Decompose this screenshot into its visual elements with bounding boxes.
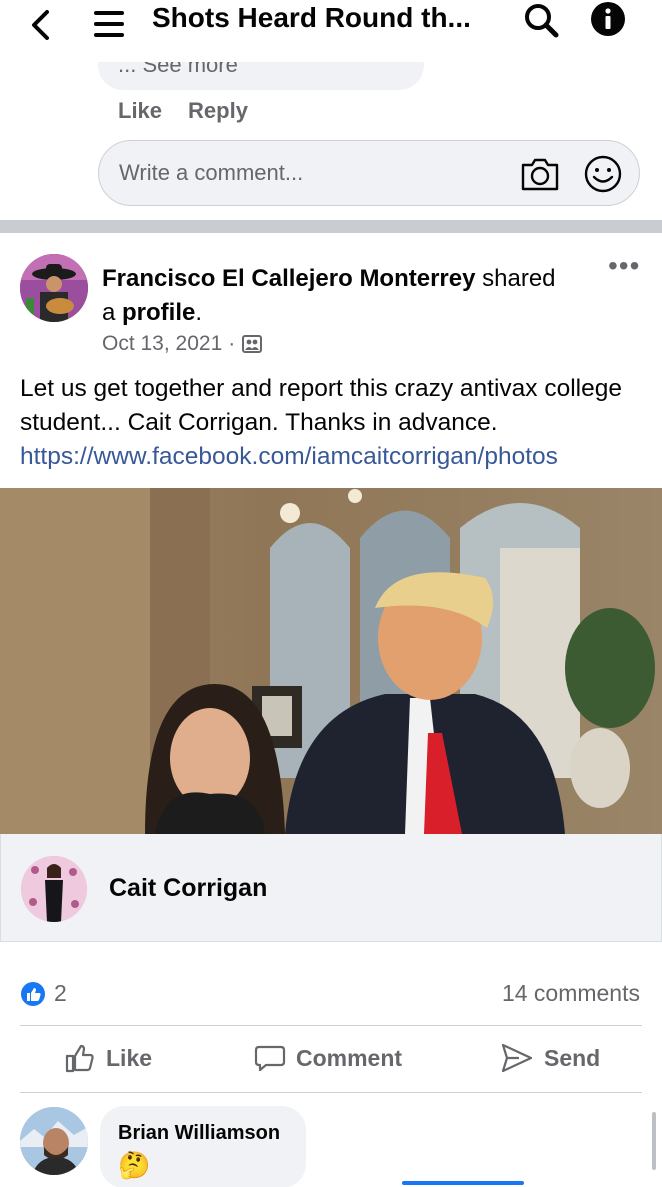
author-photo — [20, 254, 88, 322]
emoji-icon[interactable] — [583, 154, 623, 194]
like-count: 2 — [54, 980, 67, 1006]
page-title: Shots Heard Round th... — [152, 2, 471, 33]
send-icon — [501, 1043, 533, 1073]
shared-profile-name[interactable]: Cait Corrigan — [109, 874, 267, 903]
menu-icon[interactable] — [90, 6, 126, 42]
profile-link[interactable]: profile — [122, 299, 195, 326]
photo-image — [0, 488, 662, 834]
period-text: . — [195, 299, 203, 326]
post-photo[interactable] — [0, 488, 662, 834]
post-separator — [0, 220, 662, 233]
shared-profile-photo — [21, 856, 87, 922]
post-link[interactable]: https://www.facebook.com/iamcaitcorrigan… — [20, 440, 640, 474]
commenter-name[interactable]: Brian Williamson — [118, 1122, 280, 1145]
post-date[interactable]: Oct 13, 2021 — [102, 332, 222, 356]
like-button[interactable]: Like — [64, 1042, 152, 1074]
comment-input-box[interactable] — [98, 140, 640, 206]
comment-button[interactable]: Comment — [254, 1042, 402, 1074]
post-body-text: Let us get together and report this craz… — [20, 375, 622, 436]
post-actions: Like Comment Send — [0, 1030, 662, 1092]
author-name[interactable]: Francisco El Callejero Monterrey — [102, 265, 475, 292]
a-text: a — [102, 299, 123, 326]
scrollbar[interactable] — [652, 1112, 656, 1170]
commenter-avatar[interactable] — [20, 1107, 88, 1175]
send-button[interactable]: Send — [500, 1042, 600, 1074]
thumbs-up-icon — [65, 1044, 94, 1073]
send-label: Send — [544, 1044, 601, 1071]
comment-bubble-icon — [254, 1045, 286, 1072]
previous-comment-actions: Like Reply — [118, 98, 248, 124]
back-chevron-icon[interactable] — [22, 6, 62, 46]
reply-link[interactable]: Reply — [188, 98, 248, 124]
actions-divider — [20, 1092, 642, 1093]
info-icon[interactable] — [588, 1, 628, 41]
comment-count[interactable]: 14 comments — [502, 980, 640, 1007]
meta-dot: · — [228, 332, 236, 355]
shared-profile-card[interactable]: Cait Corrigan — [0, 834, 662, 942]
search-icon[interactable] — [522, 2, 560, 40]
post-meta: Oct 13, 2021 · — [102, 332, 263, 356]
author-avatar[interactable] — [20, 254, 88, 322]
commenter-photo — [20, 1107, 88, 1175]
comment-input[interactable] — [119, 157, 499, 189]
reaction-summary[interactable]: 2 — [20, 980, 67, 1007]
group-audience-icon — [242, 335, 263, 353]
like-reaction-icon — [21, 981, 45, 1006]
top-nav-bar: Shots Heard Round th... — [0, 0, 662, 62]
camera-icon[interactable] — [519, 155, 561, 193]
shared-text: shared — [475, 265, 556, 292]
like-link[interactable]: Like — [118, 98, 162, 124]
comment-emoji: 🤔 — [118, 1150, 151, 1180]
comment-label: Comment — [296, 1044, 403, 1071]
post-body: Let us get together and report this craz… — [20, 372, 640, 474]
shared-profile-avatar[interactable] — [21, 856, 87, 922]
home-indicator — [402, 1181, 524, 1185]
stats-divider — [20, 1025, 642, 1026]
like-label: Like — [106, 1044, 153, 1071]
more-options-icon[interactable]: ••• — [608, 252, 640, 280]
post-header-text: Francisco El Callejero Monterrey shared … — [102, 262, 602, 330]
